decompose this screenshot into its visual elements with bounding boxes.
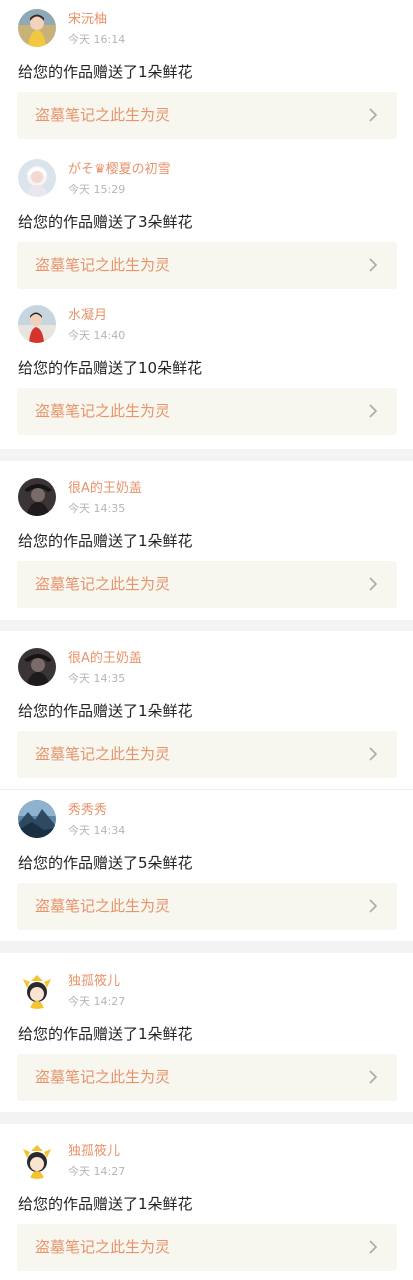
user-avatar[interactable]: [18, 1141, 56, 1179]
gift-message: 给您的作品赠送了5朵鲜花: [18, 854, 193, 872]
work-title: 盗墓笔记之此生为灵: [35, 745, 171, 763]
work-link[interactable]: 盗墓笔记之此生为灵: [17, 561, 397, 608]
work-title: 盗墓笔记之此生为灵: [35, 575, 171, 593]
user-avatar[interactable]: [18, 159, 56, 197]
timestamp: 今天 16:14: [68, 33, 126, 46]
gift-message: 给您的作品赠送了3朵鲜花: [18, 213, 193, 231]
gift-message: 给您的作品赠送了1朵鲜花: [18, 702, 193, 720]
user-avatar[interactable]: [18, 305, 56, 343]
timestamp: 今天 14:34: [68, 824, 126, 837]
avatar-dark-hat-icon: [18, 648, 56, 686]
timestamp: 今天 14:35: [68, 502, 126, 515]
user-name[interactable]: 独孤筱儿: [68, 973, 120, 991]
gift-message: 给您的作品赠送了10朵鲜花: [18, 359, 203, 377]
chevron-right-icon: [366, 747, 380, 761]
notification-card: 独孤筱儿 今天 14:27 给您的作品赠送了1朵鲜花 盗墓笔记之此生为灵: [0, 962, 413, 1112]
work-link[interactable]: 盗墓笔记之此生为灵: [17, 388, 397, 435]
work-title: 盗墓笔记之此生为灵: [35, 402, 171, 420]
gift-message: 给您的作品赠送了1朵鲜花: [18, 532, 193, 550]
work-link[interactable]: 盗墓笔记之此生为灵: [17, 242, 397, 289]
timestamp: 今天 14:27: [68, 995, 126, 1008]
user-avatar[interactable]: [18, 971, 56, 1009]
chevron-right-icon: [366, 404, 380, 418]
gift-message: 给您的作品赠送了1朵鲜花: [18, 1195, 193, 1213]
user-name[interactable]: 水凝月: [68, 307, 107, 325]
user-avatar[interactable]: [18, 800, 56, 838]
work-link[interactable]: 盗墓笔记之此生为灵: [17, 1224, 397, 1271]
gift-message: 给您的作品赠送了1朵鲜花: [18, 1025, 193, 1043]
work-title: 盗墓笔记之此生为灵: [35, 1068, 171, 1086]
timestamp: 今天 14:27: [68, 1165, 126, 1178]
divider: [0, 789, 413, 790]
chevron-right-icon: [366, 577, 380, 591]
chevron-right-icon: [366, 1240, 380, 1254]
avatar-dark-hat-icon: [18, 478, 56, 516]
notification-card: 很A的王奶盖 今天 14:35 给您的作品赠送了1朵鲜花 盗墓笔记之此生为灵: [0, 469, 413, 620]
notification-card: がそ♛樱夏の初雪 今天 15:29 给您的作品赠送了3朵鲜花 盗墓笔记之此生为灵: [0, 150, 413, 296]
timestamp: 今天 14:40: [68, 329, 126, 342]
user-name[interactable]: 秀秀秀: [68, 802, 107, 820]
notification-card: 宋沅柚 今天 16:14 给您的作品赠送了1朵鲜花 盗墓笔记之此生为灵: [0, 0, 413, 150]
section-separator: [0, 620, 413, 631]
avatar-girl-yellow-dress-icon: [18, 9, 56, 47]
work-link[interactable]: 盗墓笔记之此生为灵: [17, 1054, 397, 1101]
chevron-right-icon: [366, 899, 380, 913]
user-name[interactable]: 独孤筱儿: [68, 1143, 120, 1161]
avatar-girl-red-outfit-icon: [18, 305, 56, 343]
notification-card: 独孤筱儿 今天 14:27 给您的作品赠送了1朵鲜花 盗墓笔记之此生为灵: [0, 1132, 413, 1280]
user-avatar[interactable]: [18, 478, 56, 516]
user-name[interactable]: 宋沅柚: [68, 11, 107, 29]
gift-message: 给您的作品赠送了1朵鲜花: [18, 63, 193, 81]
user-name[interactable]: 很A的王奶盖: [68, 480, 142, 498]
work-title: 盗墓笔记之此生为灵: [35, 1238, 171, 1256]
timestamp: 今天 14:35: [68, 672, 126, 685]
chevron-right-icon: [366, 1070, 380, 1084]
work-title: 盗墓笔记之此生为灵: [35, 897, 171, 915]
user-avatar[interactable]: [18, 9, 56, 47]
avatar-cartoon-girl-icon: [18, 971, 56, 1009]
section-separator: [0, 449, 413, 461]
notification-card: 很A的王奶盖 今天 14:35 给您的作品赠送了1朵鲜花 盗墓笔记之此生为灵: [0, 639, 413, 789]
avatar-cartoon-girl-icon: [18, 1141, 56, 1179]
notification-card: 水凝月 今天 14:40 给您的作品赠送了10朵鲜花 盗墓笔记之此生为灵: [0, 296, 413, 449]
section-separator: [0, 1112, 413, 1124]
avatar-girl-white-hair-icon: [18, 159, 56, 197]
user-avatar[interactable]: [18, 648, 56, 686]
chevron-right-icon: [366, 108, 380, 122]
work-link[interactable]: 盗墓笔记之此生为灵: [17, 92, 397, 139]
chevron-right-icon: [366, 258, 380, 272]
user-name[interactable]: 很A的王奶盖: [68, 650, 142, 668]
avatar-mountain-icon: [18, 800, 56, 838]
work-link[interactable]: 盗墓笔记之此生为灵: [17, 731, 397, 778]
work-title: 盗墓笔记之此生为灵: [35, 256, 171, 274]
user-name[interactable]: がそ♛樱夏の初雪: [68, 161, 171, 179]
timestamp: 今天 15:29: [68, 183, 126, 196]
work-title: 盗墓笔记之此生为灵: [35, 106, 171, 124]
notification-card: 秀秀秀 今天 14:34 给您的作品赠送了5朵鲜花 盗墓笔记之此生为灵: [0, 791, 413, 941]
section-separator: [0, 941, 413, 953]
work-link[interactable]: 盗墓笔记之此生为灵: [17, 883, 397, 930]
